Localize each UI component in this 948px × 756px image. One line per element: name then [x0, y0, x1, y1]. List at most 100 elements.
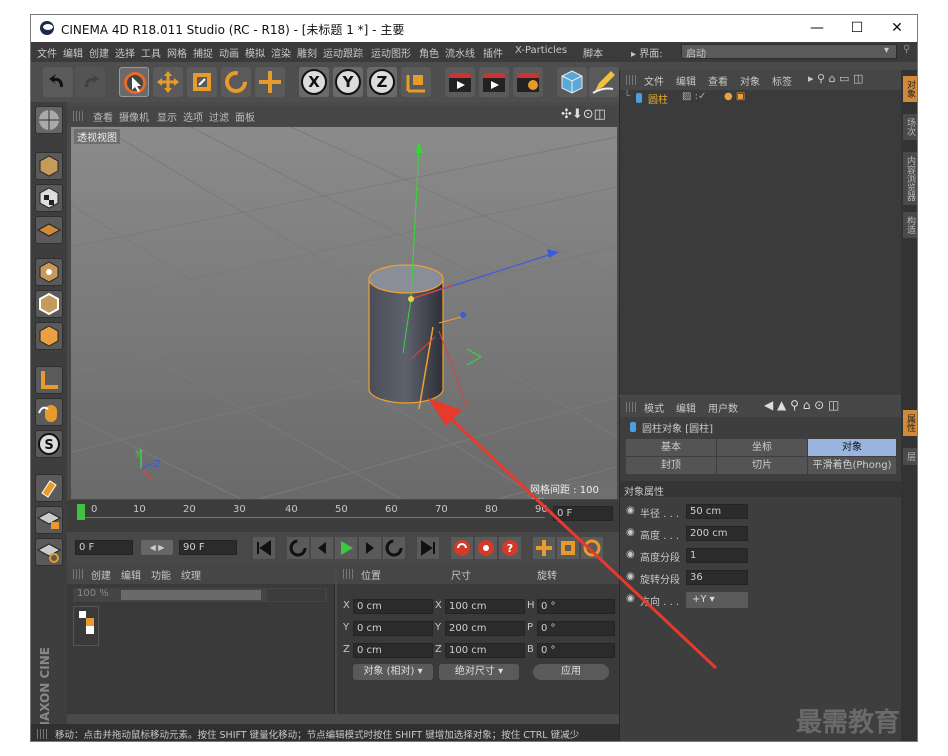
menu-pipeline[interactable]: 流水线 — [445, 45, 475, 60]
minimize-button[interactable]: — — [797, 17, 837, 39]
radius-field[interactable]: 50 cm — [686, 504, 748, 519]
menu-tools[interactable]: 工具 — [141, 45, 161, 60]
tab-phong[interactable]: 平滑着色(Phong) — [808, 457, 896, 474]
redo-button[interactable] — [75, 67, 105, 97]
undo-button[interactable] — [43, 67, 73, 97]
snap-button[interactable]: S — [35, 430, 63, 458]
object-menu-tags[interactable]: 标签 — [772, 73, 792, 88]
render-settings-button[interactable] — [513, 67, 543, 97]
object-name[interactable]: 圆柱 — [648, 91, 668, 106]
tab-attributes[interactable]: 属性 — [903, 410, 917, 436]
attr-menu-mode[interactable]: 模式 — [644, 400, 664, 415]
attribute-nav-icons[interactable]: ◀ ▲ ⚲ ⌂ ⊙ ◫ — [764, 398, 839, 412]
keyframe-selection-button[interactable]: ? — [499, 537, 521, 559]
x-axis-lock-button[interactable]: X — [299, 67, 329, 97]
tab-basic[interactable]: 基本 — [626, 439, 716, 456]
next-frame-button[interactable] — [359, 537, 381, 559]
menu-create[interactable]: 创建 — [89, 45, 109, 60]
next-keyframe-button[interactable] — [383, 537, 405, 559]
menu-sculpt[interactable]: 雕刻 — [297, 45, 317, 60]
menu-animate[interactable]: 动画 — [219, 45, 239, 60]
attr-menu-edit[interactable]: 编辑 — [676, 400, 696, 415]
perspective-viewport[interactable]: Y Z 透视视图 网格间距 : 100 cm — [71, 127, 617, 499]
start-frame-field[interactable]: 0 F — [75, 540, 133, 555]
viewport-menu-filter[interactable]: 过滤 — [209, 109, 229, 124]
object-tags-icons[interactable]: ● ▣ — [724, 91, 745, 102]
rotate-tool-button[interactable] — [221, 67, 251, 97]
move-tool-button[interactable] — [153, 67, 183, 97]
end-frame-field[interactable]: 90 F — [179, 540, 237, 555]
tab-layers[interactable]: 层 — [903, 448, 917, 465]
autokey-button[interactable] — [475, 537, 497, 559]
menu-select[interactable]: 选择 — [115, 45, 135, 60]
material-menu-create[interactable]: 创建 — [91, 567, 111, 582]
go-to-start-button[interactable] — [253, 537, 275, 559]
height-segments-radio-icon[interactable]: ◉ — [626, 549, 635, 560]
menu-character[interactable]: 角色 — [419, 45, 439, 60]
transform-tool-button[interactable] — [255, 67, 285, 97]
object-manager-nav-icons[interactable]: ▸ ⚲ ⌂ ▭ ◫ — [808, 72, 863, 85]
playhead[interactable] — [77, 504, 85, 520]
tab-slice[interactable]: 切片 — [717, 457, 807, 474]
pos-y-field[interactable]: 0 cm — [353, 621, 433, 636]
menu-file[interactable]: 文件 — [37, 45, 57, 60]
rot-h-field[interactable]: 0 ° — [537, 599, 615, 614]
planar-workplane-button[interactable] — [35, 538, 63, 566]
cylinder-object[interactable] — [368, 264, 444, 410]
menu-motion-tracking[interactable]: 运动跟踪 — [323, 45, 363, 60]
tab-objects[interactable]: 对象 — [903, 76, 917, 102]
search-icon[interactable]: ⚲ — [903, 44, 910, 55]
rot-p-field[interactable]: 0 ° — [537, 621, 615, 636]
pos-x-field[interactable]: 0 cm — [353, 599, 433, 614]
pen-tool-button[interactable] — [589, 67, 619, 97]
viewport-menu-view[interactable]: 查看 — [93, 109, 113, 124]
polygons-mode-button[interactable] — [35, 322, 63, 350]
points-mode-button[interactable] — [35, 258, 63, 286]
viewport-menu-panel[interactable]: 面板 — [235, 109, 255, 124]
rot-b-field[interactable]: 0 ° — [537, 643, 615, 658]
size-y-field[interactable]: 200 cm — [445, 621, 525, 636]
object-menu-file[interactable]: 文件 — [644, 73, 664, 88]
tab-structure[interactable]: 构造 — [903, 212, 917, 238]
height-segments-field[interactable]: 1 — [686, 548, 748, 563]
record-keys-button[interactable] — [451, 537, 473, 559]
previous-keyframe-button[interactable] — [287, 537, 309, 559]
viewport-menu-options[interactable]: 选项 — [183, 109, 203, 124]
tab-coordinates[interactable]: 坐标 — [717, 439, 807, 456]
object-row-cylinder[interactable]: └ 圆柱 ▨ :✓ ● ▣ — [620, 90, 901, 106]
add-cube-button[interactable] — [557, 67, 587, 97]
material-slot[interactable] — [73, 606, 99, 646]
visibility-toggle-icons[interactable]: ▨ :✓ — [682, 91, 706, 102]
axis-mode-button[interactable] — [35, 366, 63, 394]
workplane-mode-button[interactable] — [35, 216, 63, 244]
rotation-key-button[interactable] — [581, 537, 603, 559]
tab-takes[interactable]: 场次 — [903, 114, 917, 140]
current-frame-field[interactable]: 0 F — [553, 506, 613, 521]
material-filter-dropdown[interactable] — [267, 589, 325, 601]
edges-mode-button[interactable] — [35, 290, 63, 318]
texture-mode-button[interactable] — [35, 184, 63, 212]
maximize-button[interactable]: ☐ — [837, 17, 877, 39]
position-key-button[interactable] — [533, 537, 555, 559]
frame-ruler[interactable]: 0 10 20 30 40 50 60 70 80 90 — [77, 504, 548, 520]
menu-snap[interactable]: 捕捉 — [193, 45, 213, 60]
menu-plugins[interactable]: 插件 — [483, 45, 503, 60]
close-button[interactable]: ✕ — [877, 17, 917, 39]
render-view-button[interactable] — [445, 67, 475, 97]
tab-content-browser[interactable]: 内容浏览器 — [903, 152, 917, 205]
magnet-button[interactable] — [35, 474, 63, 502]
menu-xparticles[interactable]: X-Particles — [515, 45, 567, 56]
apply-button[interactable]: 应用 — [533, 664, 609, 680]
make-editable-button[interactable] — [35, 106, 63, 134]
previous-frame-button[interactable] — [311, 537, 333, 559]
viewport-menu-camera[interactable]: 摄像机 — [119, 109, 149, 124]
rotation-segments-radio-icon[interactable]: ◉ — [626, 571, 635, 582]
material-menu-function[interactable]: 功能 — [151, 567, 171, 582]
object-menu-object[interactable]: 对象 — [740, 73, 760, 88]
timeline-ruler[interactable]: 0 10 20 30 40 50 60 70 80 90 0 F — [67, 500, 619, 532]
height-field[interactable]: 200 cm — [686, 526, 748, 541]
y-axis-lock-button[interactable]: Y — [333, 67, 363, 97]
render-to-picture-viewer-button[interactable] — [479, 67, 509, 97]
attr-menu-user-data[interactable]: 用户数 — [708, 400, 738, 415]
tab-caps[interactable]: 封顶 — [626, 457, 716, 474]
